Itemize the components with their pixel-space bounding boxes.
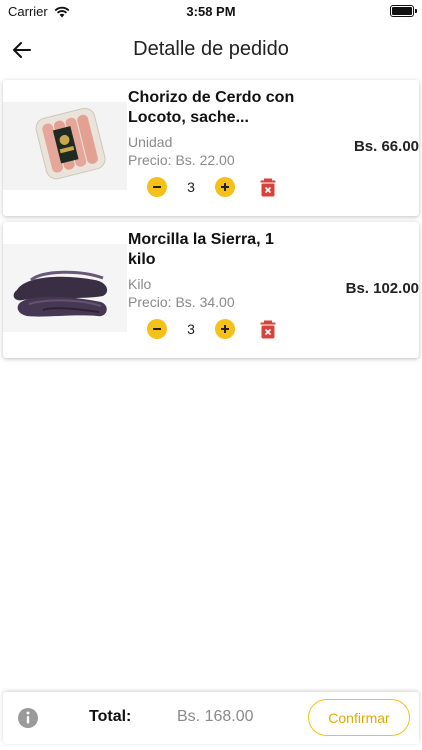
product-name: Morcilla la Sierra, 1 kilo (128, 231, 274, 268)
increase-quantity-button[interactable] (215, 177, 235, 197)
minus-icon (153, 186, 161, 188)
item-subtotal: Bs. 66.00 (353, 138, 419, 155)
total-label: Total: (89, 708, 132, 725)
delete-item-button[interactable] (259, 319, 277, 339)
order-items-list: Chorizo de Cerdo con Locoto, sache... Un… (3, 80, 419, 364)
minus-icon (153, 328, 161, 330)
navigation-bar: Detalle de pedido (0, 28, 422, 72)
product-unit-price: Precio: Bs. 22.00 (128, 152, 235, 168)
quantity-stepper: 3 (147, 318, 277, 340)
decrease-quantity-button[interactable] (147, 177, 167, 197)
total-value: Bs. 168.00 (177, 708, 254, 725)
product-info: Morcilla la Sierra, 1 kilo Kilo Precio: … (128, 230, 298, 311)
product-unit: Unidad (128, 134, 173, 150)
battery-icon (390, 5, 417, 17)
plus-icon (221, 325, 229, 333)
product-info: Chorizo de Cerdo con Locoto, sache... Un… (128, 88, 298, 169)
trash-icon (260, 178, 276, 196)
status-time: 3:58 PM (186, 4, 236, 19)
plus-icon (221, 183, 229, 191)
product-image (3, 244, 127, 332)
increase-quantity-button[interactable] (215, 319, 235, 339)
order-item-card: Chorizo de Cerdo con Locoto, sache... Un… (3, 80, 419, 216)
trash-icon (260, 320, 276, 338)
info-icon[interactable] (17, 707, 39, 729)
product-name: Chorizo de Cerdo con Locoto, sache... (128, 89, 295, 126)
order-total-bar: Total: Bs. 168.00 Confirmar (3, 692, 419, 744)
decrease-quantity-button[interactable] (147, 319, 167, 339)
product-unit: Kilo (128, 276, 152, 292)
delete-item-button[interactable] (259, 177, 277, 197)
confirm-button[interactable]: Confirmar (308, 699, 410, 736)
quantity-value: 3 (187, 179, 195, 195)
page-title: Detalle de pedido (133, 38, 289, 60)
quantity-stepper: 3 (147, 176, 277, 198)
status-bar: Carrier 3:58 PM (0, 0, 422, 24)
quantity-value: 3 (187, 321, 195, 337)
order-item-card: Morcilla la Sierra, 1 kilo Kilo Precio: … (3, 222, 419, 358)
item-subtotal: Bs. 102.00 (345, 280, 419, 297)
product-unit-price: Precio: Bs. 34.00 (128, 294, 235, 310)
product-image (3, 102, 127, 190)
